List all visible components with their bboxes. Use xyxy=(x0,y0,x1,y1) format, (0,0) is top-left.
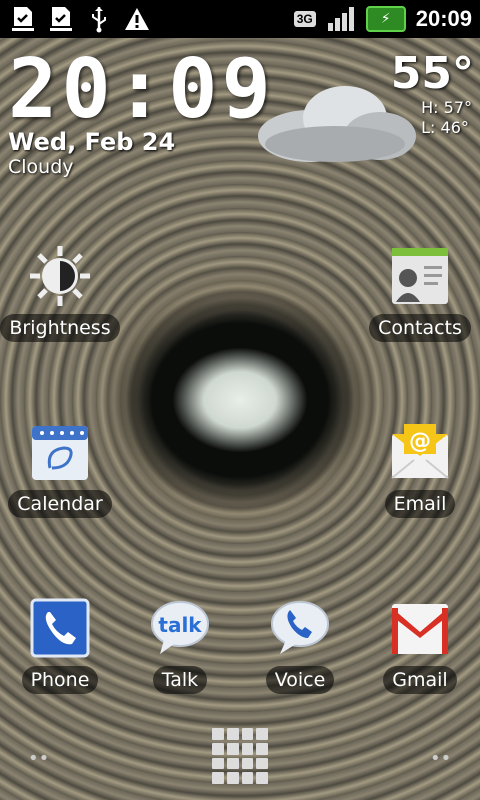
warning-icon xyxy=(122,5,152,33)
voice-icon xyxy=(268,596,332,660)
app-label: Email xyxy=(384,490,456,518)
app-label: Voice xyxy=(265,666,335,694)
next-screen-indicator[interactable]: •• xyxy=(430,748,451,769)
status-bar[interactable]: 3G ⚡ 20:09 xyxy=(0,0,480,38)
phone-icon xyxy=(28,596,92,660)
notification-icons xyxy=(0,5,152,33)
cloud-icon[interactable] xyxy=(250,78,420,168)
high-temperature: H: 57° xyxy=(421,98,472,117)
download-done-icon xyxy=(8,5,38,33)
talk-icon: talk xyxy=(148,596,212,660)
gmail-shortcut[interactable]: Gmail xyxy=(360,596,480,694)
voice-shortcut[interactable]: Voice xyxy=(240,596,360,694)
app-label: Calendar xyxy=(8,490,112,518)
app-label: Brightness xyxy=(0,314,120,342)
svg-text:@: @ xyxy=(409,429,431,454)
app-label: Gmail xyxy=(383,666,457,694)
network-type-badge: 3G xyxy=(293,11,316,27)
usb-icon xyxy=(84,5,114,33)
app-drawer-grid-icon[interactable] xyxy=(212,728,268,784)
system-icons: 3G ⚡ 20:09 xyxy=(293,5,480,33)
battery-charging-icon: ⚡ xyxy=(365,6,406,32)
weather-condition: Cloudy xyxy=(8,156,74,178)
calendar-icon xyxy=(28,420,92,484)
brightness-shortcut[interactable]: Brightness xyxy=(0,244,120,342)
app-label: Contacts xyxy=(369,314,471,342)
temperature-range: H: 57° L: 46° xyxy=(421,98,472,138)
svg-text:talk: talk xyxy=(158,613,202,637)
status-time: 20:09 xyxy=(415,6,472,31)
brightness-icon xyxy=(28,244,92,308)
phone-shortcut[interactable]: Phone xyxy=(0,596,120,694)
app-label: Phone xyxy=(21,666,99,694)
previous-screen-indicator[interactable]: •• xyxy=(28,748,49,769)
email-icon: @ xyxy=(388,420,452,484)
calendar-shortcut[interactable]: Calendar xyxy=(0,420,120,518)
contacts-icon xyxy=(388,244,452,308)
low-temperature: L: 46° xyxy=(421,118,469,137)
widget-clock[interactable]: 20:09 xyxy=(8,42,275,137)
gmail-icon xyxy=(388,596,452,660)
email-shortcut[interactable]: @ Email xyxy=(360,420,480,518)
app-label: Talk xyxy=(152,666,208,694)
signal-strength-icon xyxy=(326,5,356,33)
widget-date: Wed, Feb 24 xyxy=(8,128,176,156)
talk-shortcut[interactable]: talk Talk xyxy=(120,596,240,694)
contacts-shortcut[interactable]: Contacts xyxy=(360,244,480,342)
download-done-icon xyxy=(46,5,76,33)
